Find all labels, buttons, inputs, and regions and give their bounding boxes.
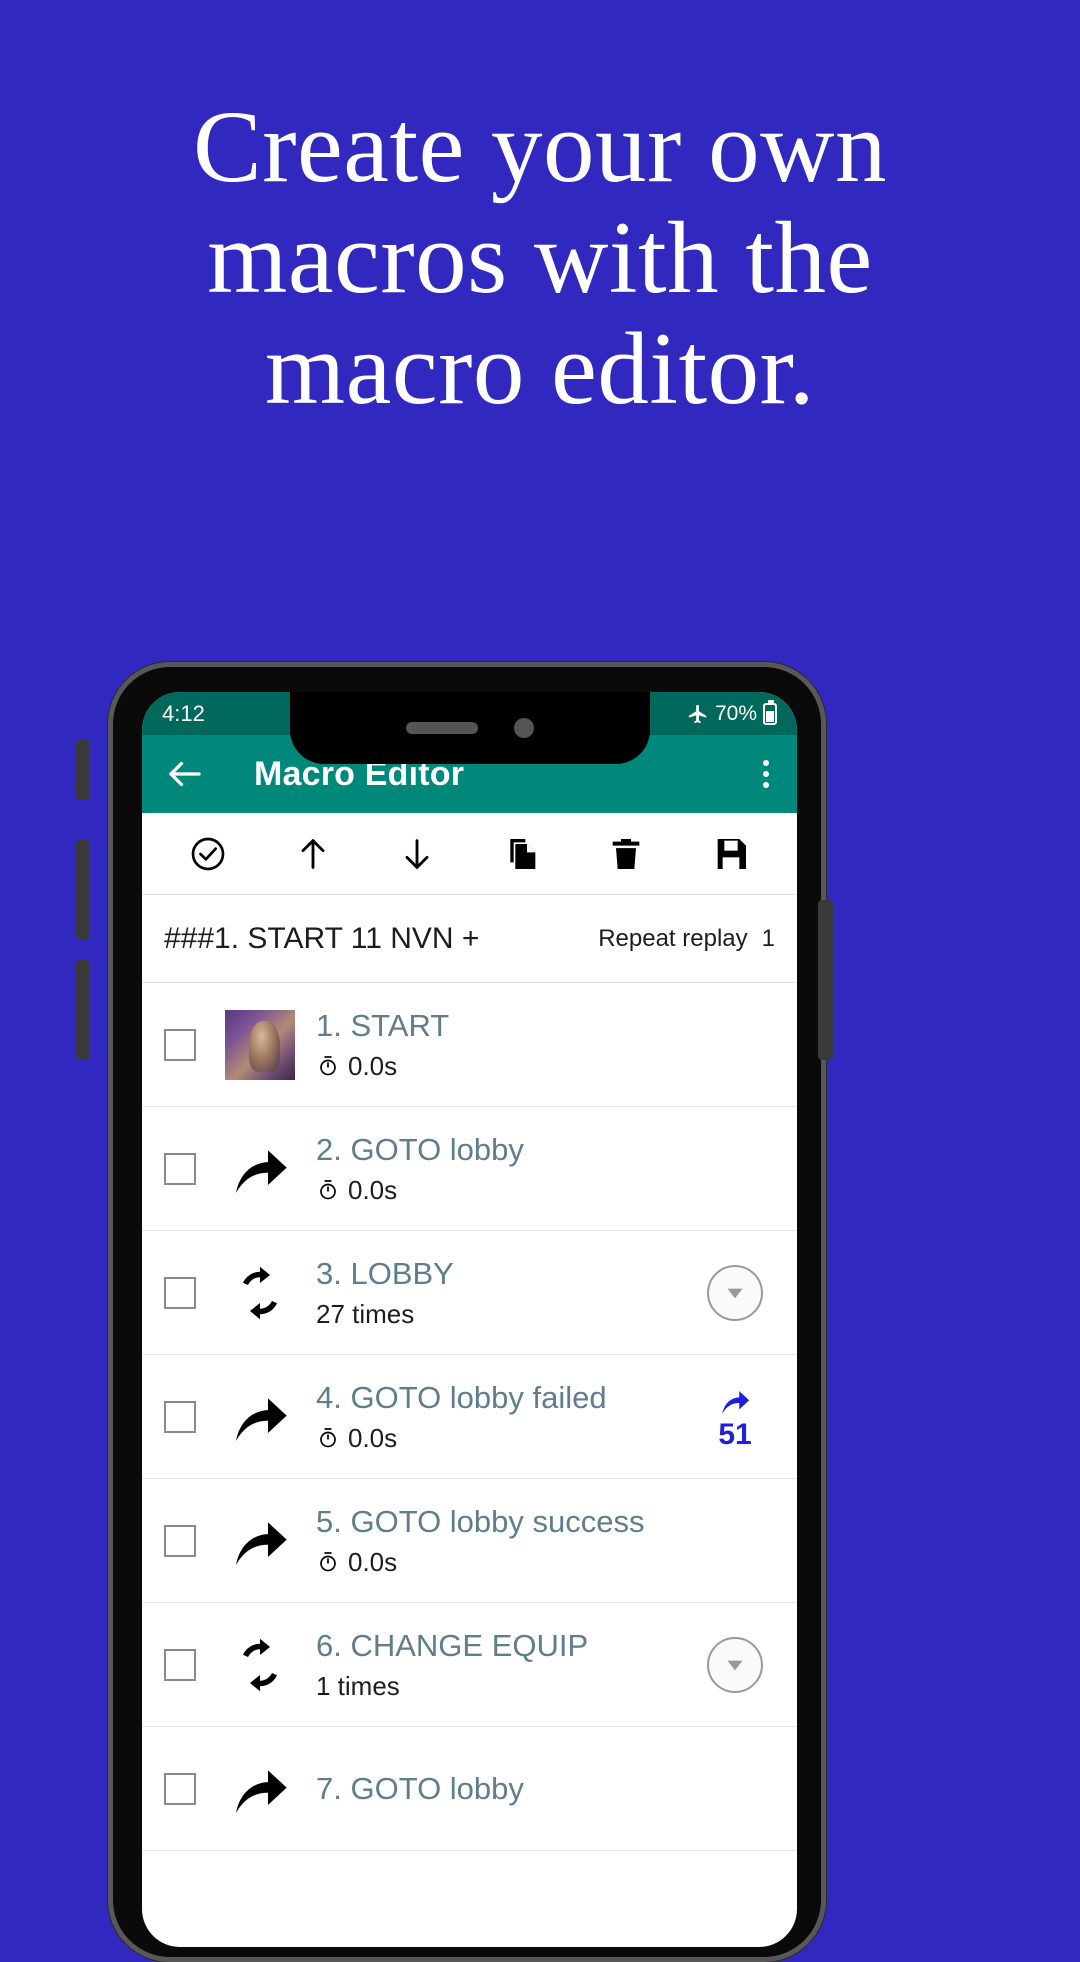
goto-arrow-icon xyxy=(218,1137,302,1201)
row-subtitle: 0.0s xyxy=(316,1547,691,1578)
row-action[interactable] xyxy=(691,1636,779,1693)
loop-icon xyxy=(218,1263,302,1323)
status-indicators: 70% xyxy=(687,699,777,726)
chevron-down-icon[interactable] xyxy=(707,1636,763,1693)
row-subtitle: 27 times xyxy=(316,1299,691,1330)
earpiece-speaker xyxy=(405,722,478,734)
goto-arrow-icon xyxy=(218,1509,302,1573)
goto-arrow-icon xyxy=(218,1385,302,1449)
stopwatch-icon xyxy=(316,1550,340,1574)
phone-power-button[interactable] xyxy=(818,900,834,1060)
macro-thumbnail-image xyxy=(218,1009,302,1080)
row-title: 1. START xyxy=(316,1008,450,1043)
row-duration: 0.0s xyxy=(348,1546,398,1577)
phone-mockup: 4:12 70% Macro Editor ###1. START 11 NVN… xyxy=(108,662,826,1962)
macro-name-label: ###1. START 11 NVN + xyxy=(164,921,480,955)
row-checkbox[interactable] xyxy=(164,1648,196,1681)
macro-step-list: 1. START 0.0s 2. GOTO lobby 0.0s 3. LOBB… xyxy=(142,983,797,1851)
table-row[interactable]: 4. GOTO lobby failed 0.0s 51 xyxy=(142,1355,797,1479)
promo-headline: Create your own macros with the macro ed… xyxy=(0,92,1080,425)
row-checkbox[interactable] xyxy=(164,1028,196,1061)
row-text: 5. GOTO lobby success 0.0s xyxy=(316,1503,691,1578)
row-text: 3. LOBBY 27 times xyxy=(316,1255,691,1330)
table-row[interactable]: 1. START 0.0s xyxy=(142,983,797,1107)
row-duration: 0.0s xyxy=(348,1174,398,1205)
row-text: 7. GOTO lobby xyxy=(316,1770,691,1808)
chevron-down-icon[interactable] xyxy=(707,1264,763,1321)
row-checkbox[interactable] xyxy=(164,1276,196,1309)
row-action[interactable]: 51 xyxy=(691,1384,779,1450)
phone-screen: 4:12 70% Macro Editor ###1. START 11 NVN… xyxy=(142,692,797,1947)
battery-icon xyxy=(763,699,777,725)
repeat-replay-label: Repeat replay xyxy=(598,924,748,952)
table-row[interactable]: 7. GOTO lobby xyxy=(142,1727,797,1851)
row-subtitle: 0.0s xyxy=(316,1423,691,1454)
row-repeat-count: 27 times xyxy=(316,1298,415,1329)
phone-notch xyxy=(289,692,650,764)
phone-button-left-top[interactable] xyxy=(76,740,90,800)
battery-percent-label: 70% xyxy=(714,701,757,725)
row-text: 4. GOTO lobby failed 0.0s xyxy=(316,1379,691,1454)
row-subtitle: 0.0s xyxy=(316,1175,691,1206)
phone-volume-up-button[interactable] xyxy=(76,840,90,940)
status-bar: 4:12 70% xyxy=(142,692,797,764)
row-repeat-count: 1 times xyxy=(316,1670,400,1701)
row-text: 2. GOTO lobby 0.0s xyxy=(316,1131,691,1206)
headline-line-3: macro editor. xyxy=(265,312,815,426)
repeat-replay-control[interactable]: Repeat replay 1 xyxy=(598,925,775,953)
table-row[interactable]: 2. GOTO lobby 0.0s xyxy=(142,1107,797,1231)
row-subtitle: 1 times xyxy=(316,1671,691,1702)
front-camera xyxy=(513,718,534,738)
row-checkbox[interactable] xyxy=(164,1772,196,1805)
jump-target-icon xyxy=(718,1384,752,1418)
status-time: 4:12 xyxy=(162,700,205,726)
row-duration: 0.0s xyxy=(348,1422,398,1453)
row-title: 5. GOTO lobby success xyxy=(316,1504,645,1539)
overflow-dot xyxy=(763,782,769,788)
stopwatch-icon xyxy=(316,1178,340,1202)
row-subtitle: 0.0s xyxy=(316,1051,691,1082)
save-icon[interactable] xyxy=(711,834,751,874)
row-title: 6. CHANGE EQUIP xyxy=(316,1628,589,1663)
row-action[interactable] xyxy=(691,1264,779,1321)
row-text: 6. CHANGE EQUIP 1 times xyxy=(316,1627,691,1702)
row-title: 4. GOTO lobby failed xyxy=(316,1380,607,1415)
row-duration: 0.0s xyxy=(348,1050,398,1081)
airplane-mode-icon xyxy=(687,703,709,725)
arrow-up-icon[interactable] xyxy=(293,834,333,874)
row-checkbox[interactable] xyxy=(164,1152,196,1185)
goto-arrow-icon xyxy=(218,1757,302,1821)
row-title: 7. GOTO lobby xyxy=(316,1770,524,1806)
overflow-dot xyxy=(763,760,769,766)
overflow-menu-icon[interactable] xyxy=(757,754,775,794)
row-text: 1. START 0.0s xyxy=(316,1007,691,1082)
arrow-down-icon[interactable] xyxy=(397,834,437,874)
row-checkbox[interactable] xyxy=(164,1524,196,1557)
overflow-dot xyxy=(763,771,769,777)
table-row[interactable]: 6. CHANGE EQUIP 1 times xyxy=(142,1603,797,1727)
phone-volume-down-button[interactable] xyxy=(76,960,90,1060)
stopwatch-icon xyxy=(316,1054,340,1078)
loop-icon xyxy=(218,1635,302,1695)
row-title: 2. GOTO lobby xyxy=(316,1132,524,1167)
trash-icon[interactable] xyxy=(606,834,646,874)
headline-line-2: macros with the xyxy=(207,201,873,315)
row-checkbox[interactable] xyxy=(164,1400,196,1433)
stopwatch-icon xyxy=(316,1426,340,1450)
repeat-replay-value: 1 xyxy=(761,924,775,952)
editor-toolbar xyxy=(142,813,797,895)
back-arrow-icon[interactable] xyxy=(164,753,206,795)
table-row[interactable]: 3. LOBBY 27 times xyxy=(142,1231,797,1355)
headline-line-1: Create your own xyxy=(193,90,887,204)
copy-icon[interactable] xyxy=(502,834,542,874)
check-circle-icon[interactable] xyxy=(188,834,228,874)
jump-target-number: 51 xyxy=(718,1417,752,1451)
macro-header[interactable]: ###1. START 11 NVN + Repeat replay 1 xyxy=(142,895,797,983)
table-row[interactable]: 5. GOTO lobby success 0.0s xyxy=(142,1479,797,1603)
row-title: 3. LOBBY xyxy=(316,1256,454,1291)
